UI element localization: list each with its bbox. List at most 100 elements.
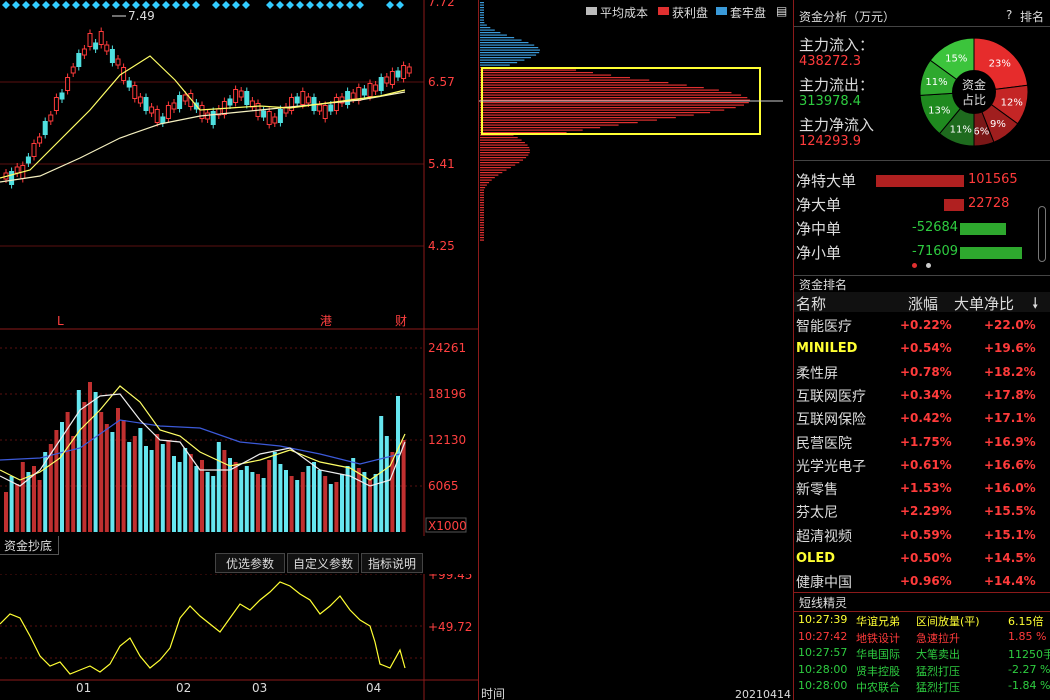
col-ratio[interactable]: 大单净比	[954, 293, 1014, 314]
col-name[interactable]: 名称	[796, 293, 826, 314]
chip-bar	[480, 114, 694, 116]
shortline-stock: 贤丰控股	[856, 664, 900, 678]
chip-bar	[480, 154, 529, 156]
net-bar	[960, 223, 1006, 235]
signal-diamond-icon	[2, 1, 10, 9]
chip-bar	[480, 87, 704, 89]
col-change[interactable]: 涨幅	[908, 293, 938, 314]
chip-bar	[480, 172, 503, 174]
scrollbar[interactable]	[1038, 206, 1046, 262]
ranking-row[interactable]: 民营医院 +1.75% +16.9%	[794, 430, 1048, 453]
ranking-row[interactable]: 光学光电子 +0.61% +16.6%	[794, 453, 1048, 476]
volume-bar	[289, 476, 294, 532]
chip-bar	[480, 157, 527, 159]
net-row-small[interactable]: 净小单 -71609	[794, 242, 1048, 266]
chip-bar	[480, 187, 486, 189]
chip-bar	[480, 29, 495, 31]
ranking-change: +1.75%	[900, 434, 952, 449]
volume-bar	[4, 492, 8, 532]
donut-slice-label: 11%	[925, 77, 947, 88]
net-row-medium[interactable]: 净中单 -52684	[794, 218, 1048, 242]
volume-bar	[149, 450, 154, 532]
candle	[350, 92, 356, 100]
candle	[25, 156, 31, 164]
right-panel: 资金分析（万元） ? 排名 主力流入： 438272.3 主力流出： 31397…	[794, 0, 1050, 700]
chip-bar	[480, 129, 583, 131]
chip-bar	[480, 72, 593, 74]
chip-bar	[480, 52, 540, 54]
candle	[182, 94, 188, 102]
rank-link[interactable]: 排名	[1020, 8, 1044, 25]
ranking-row[interactable]: 互联网医疗 +0.34% +17.8%	[794, 383, 1048, 406]
ranking-row[interactable]: 健康中国 +0.96% +14.4%	[794, 569, 1048, 592]
signal-diamond-icon	[222, 1, 230, 9]
shortline-row[interactable]: 10:27:39 华谊兄弟 区间放量(平) 6.15倍	[794, 612, 1048, 628]
candle	[227, 98, 233, 106]
candle	[199, 105, 205, 119]
chip-chart[interactable]: 时间 20210414	[479, 0, 793, 700]
net-row-value: -52684	[912, 220, 959, 235]
ranking-ratio: +15.5%	[984, 504, 1036, 519]
indicator-chart[interactable]: +99.45 +49.72 01 02 03 04	[0, 574, 478, 700]
ranking-row[interactable]: 超清视频 +0.59% +15.1%	[794, 523, 1048, 546]
chip-bar	[480, 32, 501, 34]
candle	[266, 111, 272, 125]
indicator-help-button[interactable]: 指标说明	[361, 553, 423, 573]
ranking-name: OLED	[796, 551, 836, 566]
volume-bar	[267, 460, 272, 532]
fund-donut-chart[interactable]: 23%12%9%6%11%13%11%15% 资金 占比	[916, 36, 1036, 148]
custom-params-button[interactable]: 自定义参数	[287, 553, 359, 573]
chip-bar	[480, 49, 540, 51]
ranking-row[interactable]: MINILED +0.54% +19.6%	[794, 336, 1048, 359]
shortline-event: 急速拉升	[916, 631, 960, 645]
donut-slice-label: 15%	[945, 53, 967, 64]
shortline-row[interactable]: 10:28:00 中农联合 猛烈打压 -1.84 %	[794, 678, 1050, 694]
shortline-stock: 华电国际	[856, 648, 900, 661]
ranking-change: +0.42%	[900, 411, 952, 426]
shortline-row[interactable]: 10:27:42 地铁设计 急速拉升 1.85 %	[794, 629, 1048, 645]
signal-diamond-icon	[316, 1, 324, 9]
page-dot-active[interactable]	[912, 263, 917, 268]
net-row-super-large[interactable]: 净特大单 101565	[794, 170, 1048, 194]
ranking-row[interactable]: 新零售 +1.53% +16.0%	[794, 476, 1048, 499]
signal-diamond-icon	[296, 1, 304, 9]
candle	[14, 166, 20, 174]
ranking-row[interactable]: OLED +0.50% +14.5%	[794, 546, 1048, 569]
signal-diamond-icon	[276, 1, 284, 9]
candle	[76, 53, 82, 67]
shortline-time: 10:27:42	[798, 629, 848, 643]
kline-chart[interactable]: 7.49 7.72 6.57 5.41 4.25 L 港 财	[0, 0, 478, 330]
volume-bar	[110, 432, 115, 532]
net-row-large[interactable]: 净大单 22728	[794, 194, 1048, 218]
ranking-name: 芬太尼	[796, 505, 838, 522]
chip-bar	[480, 234, 484, 236]
shortline-event: 猛烈打压	[916, 664, 960, 678]
signal-diamond-icon	[82, 1, 90, 9]
volume-bar	[211, 476, 216, 532]
shortline-row[interactable]: 10:27:57 华电国际 大笔卖出 11250手	[794, 645, 1050, 661]
chip-bar	[480, 82, 669, 84]
ranking-row[interactable]: 柔性屏 +0.78% +18.2%	[794, 360, 1048, 383]
chip-bar	[480, 17, 484, 19]
volume-bar	[233, 462, 238, 532]
ranking-change: +0.78%	[900, 364, 952, 379]
ranking-row[interactable]: 芬太尼 +2.29% +15.5%	[794, 499, 1048, 522]
net-row-label: 净小单	[796, 244, 842, 262]
shortline-row[interactable]: 10:28:00 贤丰控股 猛烈打压 -2.27 %	[794, 662, 1050, 678]
chip-bar	[480, 209, 484, 211]
volume-bar	[132, 436, 137, 532]
volume-chart[interactable]: 24261 18196 12130 6065 X1000	[0, 330, 478, 536]
candle	[305, 96, 311, 104]
donut-slice-label: 11%	[950, 125, 972, 136]
candle	[210, 111, 216, 125]
indicator-title-box[interactable]: 资金抄底	[0, 536, 59, 555]
help-icon[interactable]: ?	[1006, 8, 1012, 22]
signal-diamonds	[2, 1, 404, 9]
chip-bar	[480, 94, 742, 96]
price-tick: 7.72	[428, 0, 455, 9]
ranking-name: 柔性屏	[796, 365, 838, 382]
page-dot[interactable]	[926, 263, 931, 268]
ranking-row[interactable]: 智能医疗 +0.22% +22.0%	[794, 313, 1048, 336]
preferred-params-button[interactable]: 优选参数	[215, 553, 285, 573]
ranking-row[interactable]: 互联网保险 +0.42% +17.1%	[794, 406, 1048, 429]
